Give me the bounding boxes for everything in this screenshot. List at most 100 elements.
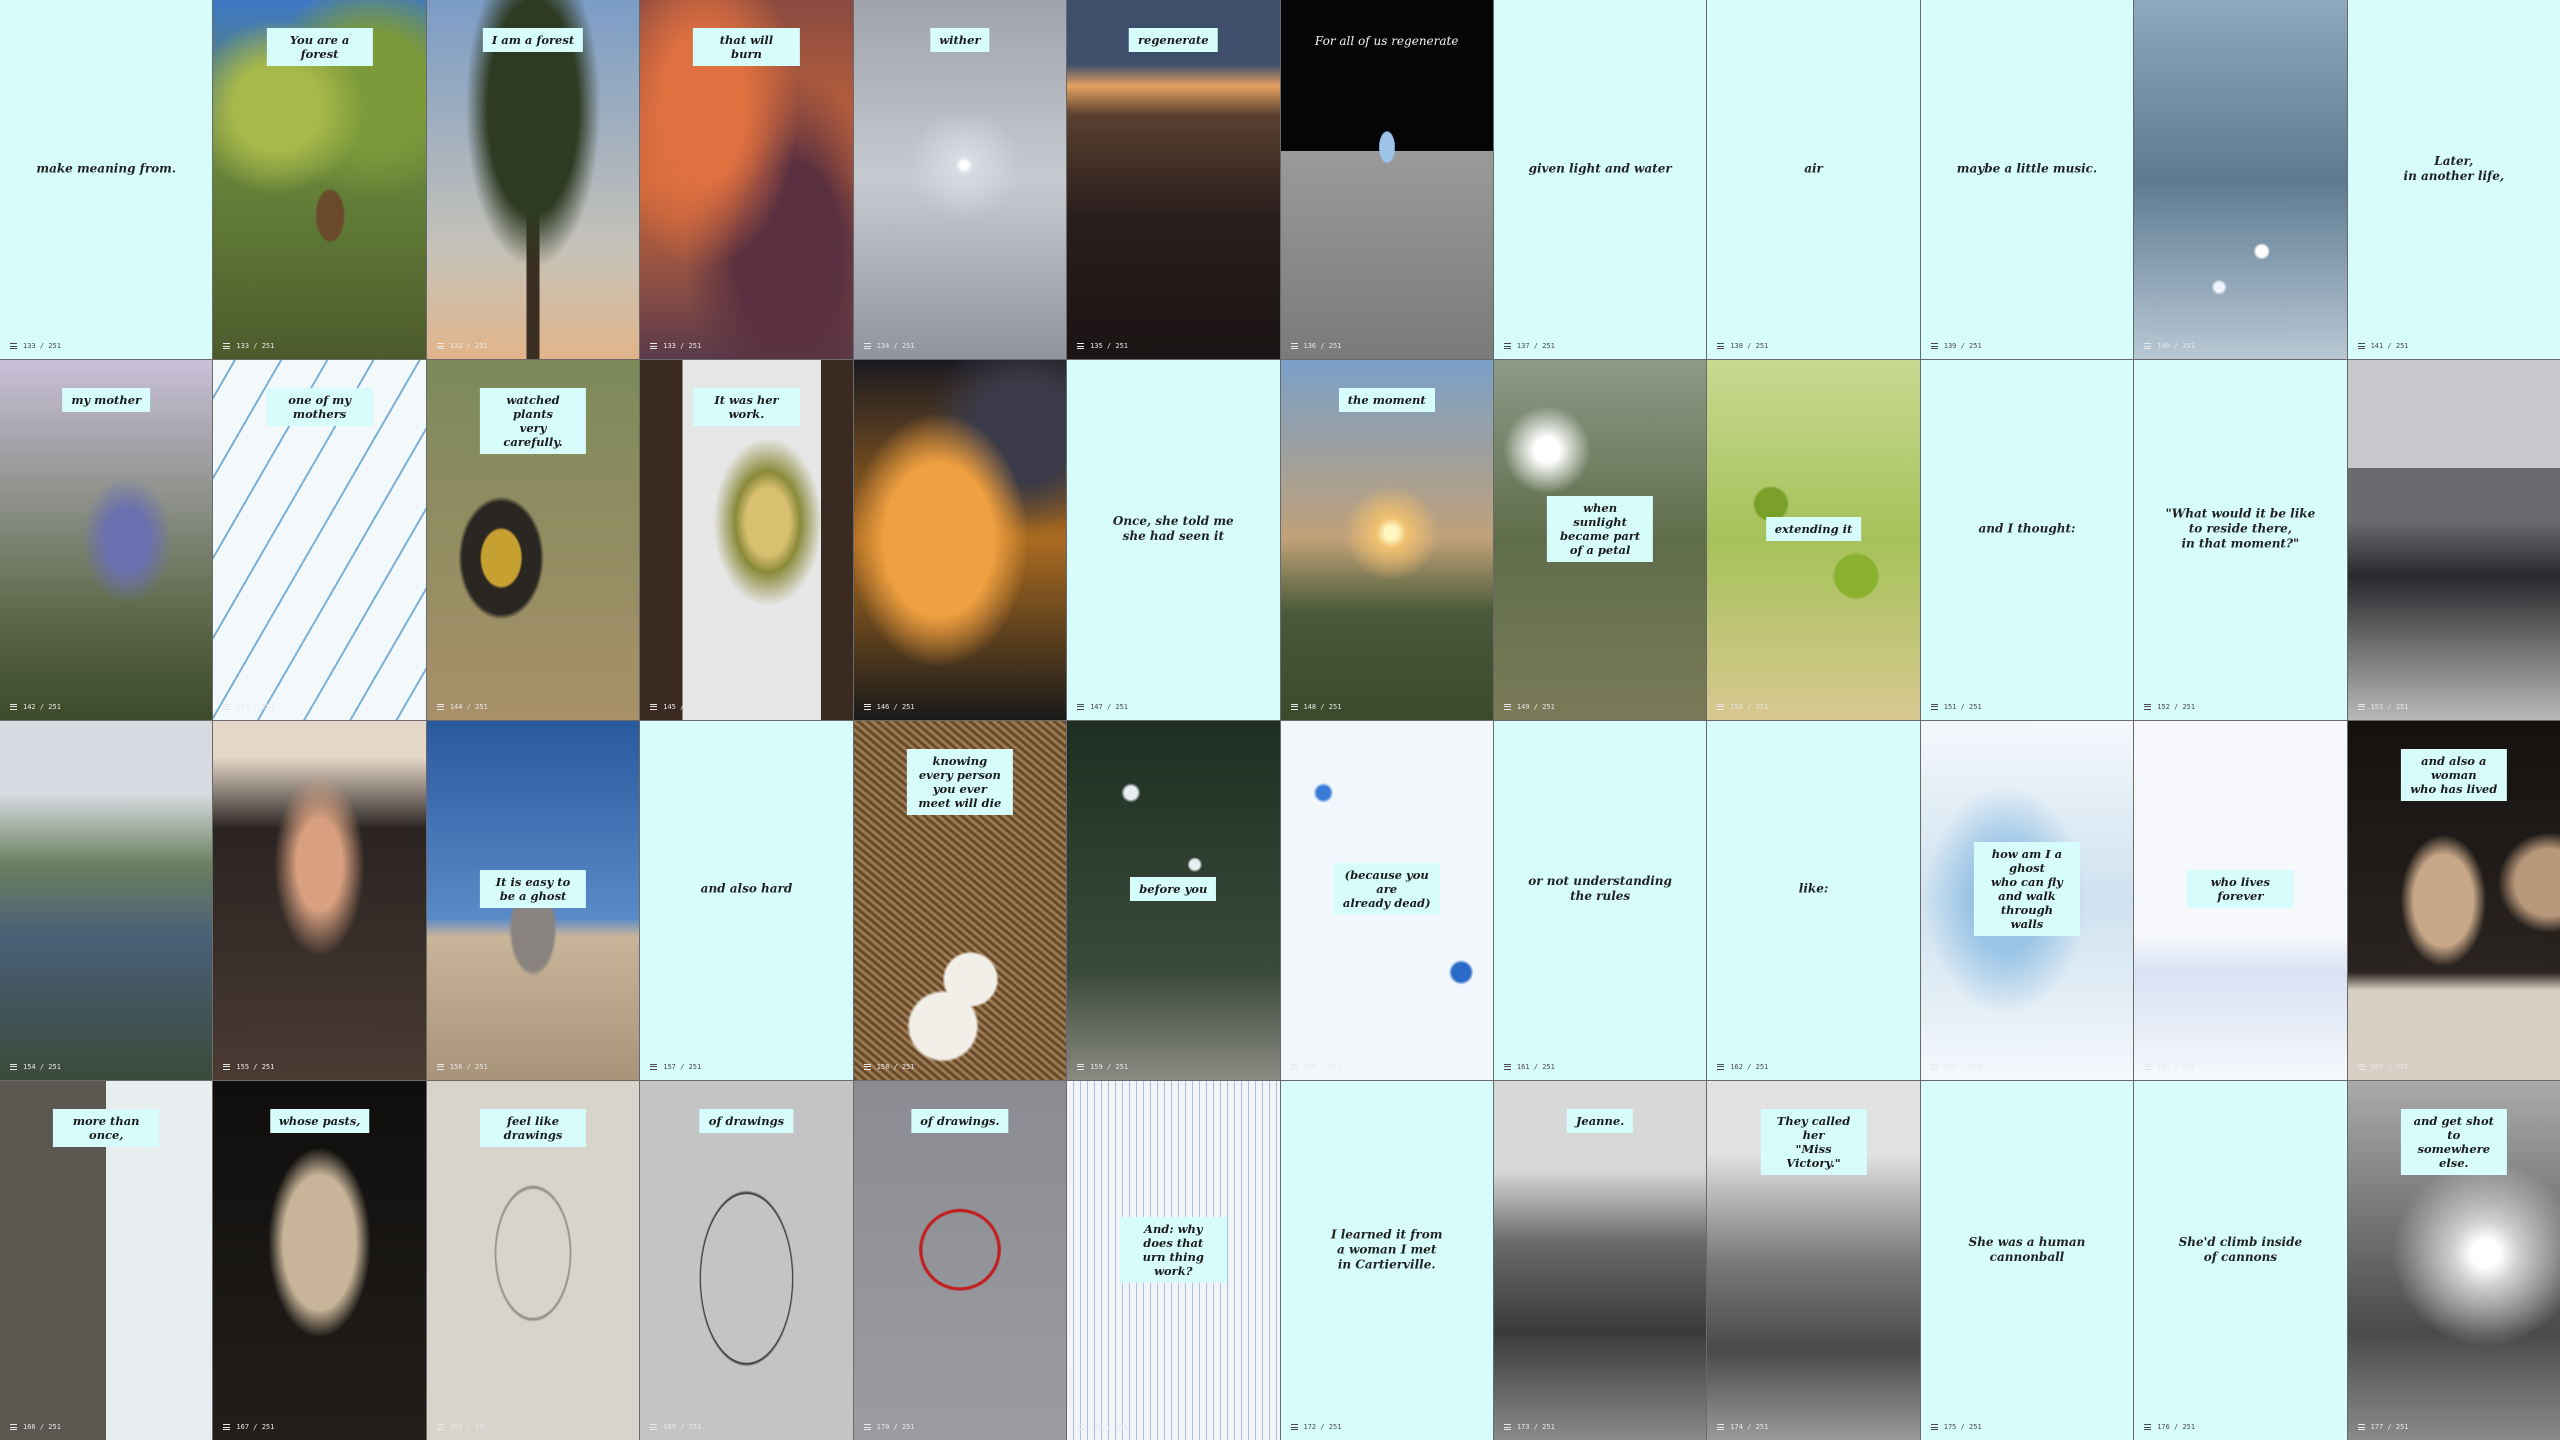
menu-icon[interactable] xyxy=(1503,343,1511,350)
story-tile-text[interactable]: and also hard 157 / 251 xyxy=(640,720,853,1080)
story-tile-photo[interactable]: one of my mothers 143 / 251 xyxy=(213,360,426,720)
menu-icon[interactable] xyxy=(436,343,444,350)
menu-icon[interactable] xyxy=(2144,343,2152,350)
story-tile-text[interactable]: She was a human cannonball 175 / 251 xyxy=(1920,1080,2134,1440)
story-tile-photo[interactable]: who lives forever 164 / 251 xyxy=(2134,720,2347,1080)
menu-icon[interactable] xyxy=(2144,1424,2152,1430)
menu-icon[interactable] xyxy=(1717,1063,1725,1070)
story-tile-photo[interactable]: more than once, 166 / 251 xyxy=(0,1080,213,1440)
story-tile-photo[interactable]: They called her "Miss Victory." 174 / 251 xyxy=(1707,1080,1920,1440)
story-tile-photo[interactable]: 140 / 251 xyxy=(2134,0,2347,360)
story-tile-text[interactable]: Later, in another life, 141 / 251 xyxy=(2347,0,2560,360)
menu-icon[interactable] xyxy=(10,1424,17,1430)
story-tile-photo[interactable]: how am I a ghost who can fly and walk th… xyxy=(1920,720,2134,1080)
menu-icon[interactable] xyxy=(1290,703,1298,710)
menu-icon[interactable] xyxy=(2357,343,2365,350)
menu-icon[interactable] xyxy=(863,1063,871,1070)
story-tile-photo[interactable]: And: why does that urn thing work? 171 / … xyxy=(1067,1080,1280,1440)
menu-icon[interactable] xyxy=(863,343,871,350)
menu-icon[interactable] xyxy=(223,1063,231,1070)
menu-icon[interactable] xyxy=(1290,343,1298,350)
story-tile-photo[interactable]: It is easy to be a ghost 156 / 251 xyxy=(426,720,640,1080)
story-tile-text[interactable]: given light and water 137 / 251 xyxy=(1493,0,1707,360)
menu-icon[interactable] xyxy=(1290,1063,1298,1070)
menu-icon[interactable] xyxy=(223,703,231,710)
menu-icon[interactable] xyxy=(1077,703,1085,710)
story-tile-text[interactable]: She'd climb inside of cannons 176 / 251 xyxy=(2134,1080,2347,1440)
story-tile-photo[interactable]: wither 134 / 251 xyxy=(853,0,1067,360)
story-tile-photo[interactable]: of drawings. 170 / 251 xyxy=(853,1080,1067,1440)
menu-icon[interactable] xyxy=(1930,703,1938,710)
menu-icon[interactable] xyxy=(1930,1063,1938,1070)
story-tile-photo[interactable]: Jeanne. 173 / 251 xyxy=(1493,1080,1707,1440)
story-tile-photo[interactable]: feel like drawings 168 / 251 xyxy=(426,1080,640,1440)
menu-icon[interactable] xyxy=(436,1063,444,1070)
menu-icon[interactable] xyxy=(650,1063,658,1070)
menu-icon[interactable] xyxy=(1503,1063,1511,1070)
menu-icon[interactable] xyxy=(2357,1063,2365,1070)
menu-icon[interactable] xyxy=(1077,1424,1085,1430)
story-tile-photo[interactable]: the moment 148 / 251 xyxy=(1280,360,1493,720)
menu-icon[interactable] xyxy=(1077,1063,1085,1070)
menu-icon[interactable] xyxy=(2144,703,2152,710)
story-tile-text[interactable]: maybe a little music. 139 / 251 xyxy=(1920,0,2134,360)
menu-icon[interactable] xyxy=(223,343,231,350)
menu-icon[interactable] xyxy=(1930,1424,1938,1430)
story-tile-text[interactable]: like: 162 / 251 xyxy=(1707,720,1920,1080)
menu-icon[interactable] xyxy=(1290,1424,1298,1430)
menu-icon[interactable] xyxy=(1503,703,1511,710)
story-tile-photo[interactable]: before you 159 / 251 xyxy=(1067,720,1280,1080)
story-tile-photo[interactable]: whose pasts, 167 / 251 xyxy=(213,1080,426,1440)
menu-icon[interactable] xyxy=(10,703,17,710)
menu-icon[interactable] xyxy=(1717,703,1725,710)
story-tile-photo[interactable]: extending it 150 / 251 xyxy=(1707,360,1920,720)
story-tile-photo[interactable]: For all of us regenerate 136 / 251 xyxy=(1280,0,1493,360)
menu-icon[interactable] xyxy=(863,1424,871,1430)
story-tile-photo[interactable]: that will burn 133 / 251 xyxy=(640,0,853,360)
tile-caption: She was a human cannonball xyxy=(1968,1234,2086,1264)
story-tile-photo[interactable]: You are a forest 133 / 251 xyxy=(213,0,426,360)
story-tile-photo[interactable]: (because you are already dead) 160 / 251 xyxy=(1280,720,1493,1080)
menu-icon[interactable] xyxy=(1717,343,1725,350)
story-tile-text[interactable]: Once, she told me she had seen it 147 / 2… xyxy=(1067,360,1280,720)
story-tile-text[interactable]: I learned it from a woman I met in Carti… xyxy=(1280,1080,1493,1440)
menu-icon[interactable] xyxy=(1930,343,1938,350)
story-tile-photo[interactable]: regenerate 135 / 251 xyxy=(1067,0,1280,360)
story-tile-photo[interactable]: of drawings 169 / 251 xyxy=(640,1080,853,1440)
story-tile-photo[interactable]: 153 / 251 xyxy=(2347,360,2560,720)
tile-caption: It is easy to be a ghost xyxy=(479,870,587,909)
slide-counter: 161 / 251 xyxy=(1516,1062,1555,1071)
menu-icon[interactable] xyxy=(2144,1063,2152,1070)
menu-icon[interactable] xyxy=(223,1424,231,1430)
story-tile-text[interactable]: make meaning from. 133 / 251 xyxy=(0,0,213,360)
menu-icon[interactable] xyxy=(436,1424,444,1430)
menu-icon[interactable] xyxy=(1077,343,1085,350)
story-tile-photo[interactable]: watched plants very carefully. 144 / 251 xyxy=(426,360,640,720)
tile-caption: or not understanding the rules xyxy=(1528,874,1672,904)
story-tile-photo[interactable]: when sunlight became part of a petal 149 … xyxy=(1493,360,1707,720)
story-tile-photo[interactable]: knowing every person you ever meet will … xyxy=(853,720,1067,1080)
menu-icon[interactable] xyxy=(650,343,658,350)
story-tile-photo[interactable]: I am a forest 132 / 251 xyxy=(426,0,640,360)
story-tile-text[interactable]: and I thought: 151 / 251 xyxy=(1920,360,2134,720)
story-tile-photo[interactable]: and also a woman who has lived 165 / 251 xyxy=(2347,720,2560,1080)
story-tile-photo[interactable]: 146 / 251 xyxy=(853,360,1067,720)
story-tile-photo[interactable]: and get shot to somewhere else. 177 / 251 xyxy=(2347,1080,2560,1440)
menu-icon[interactable] xyxy=(2357,703,2365,710)
menu-icon[interactable] xyxy=(10,1063,17,1070)
story-tile-photo[interactable]: It was her work. 145 / 251 xyxy=(640,360,853,720)
story-tile-text[interactable]: or not understanding the rules 161 / 251 xyxy=(1493,720,1707,1080)
menu-icon[interactable] xyxy=(1717,1424,1725,1430)
menu-icon[interactable] xyxy=(650,703,658,710)
menu-icon[interactable] xyxy=(1503,1424,1511,1430)
story-tile-photo[interactable]: my mother 142 / 251 xyxy=(0,360,213,720)
story-tile-text[interactable]: air 138 / 251 xyxy=(1707,0,1920,360)
menu-icon[interactable] xyxy=(863,703,871,710)
story-tile-photo[interactable]: 154 / 251 xyxy=(0,720,213,1080)
menu-icon[interactable] xyxy=(10,343,17,350)
menu-icon[interactable] xyxy=(650,1424,658,1430)
menu-icon[interactable] xyxy=(436,703,444,710)
story-tile-text[interactable]: "What would it be like to reside there, … xyxy=(2134,360,2347,720)
menu-icon[interactable] xyxy=(2357,1424,2365,1430)
story-tile-photo[interactable]: 155 / 251 xyxy=(213,720,426,1080)
